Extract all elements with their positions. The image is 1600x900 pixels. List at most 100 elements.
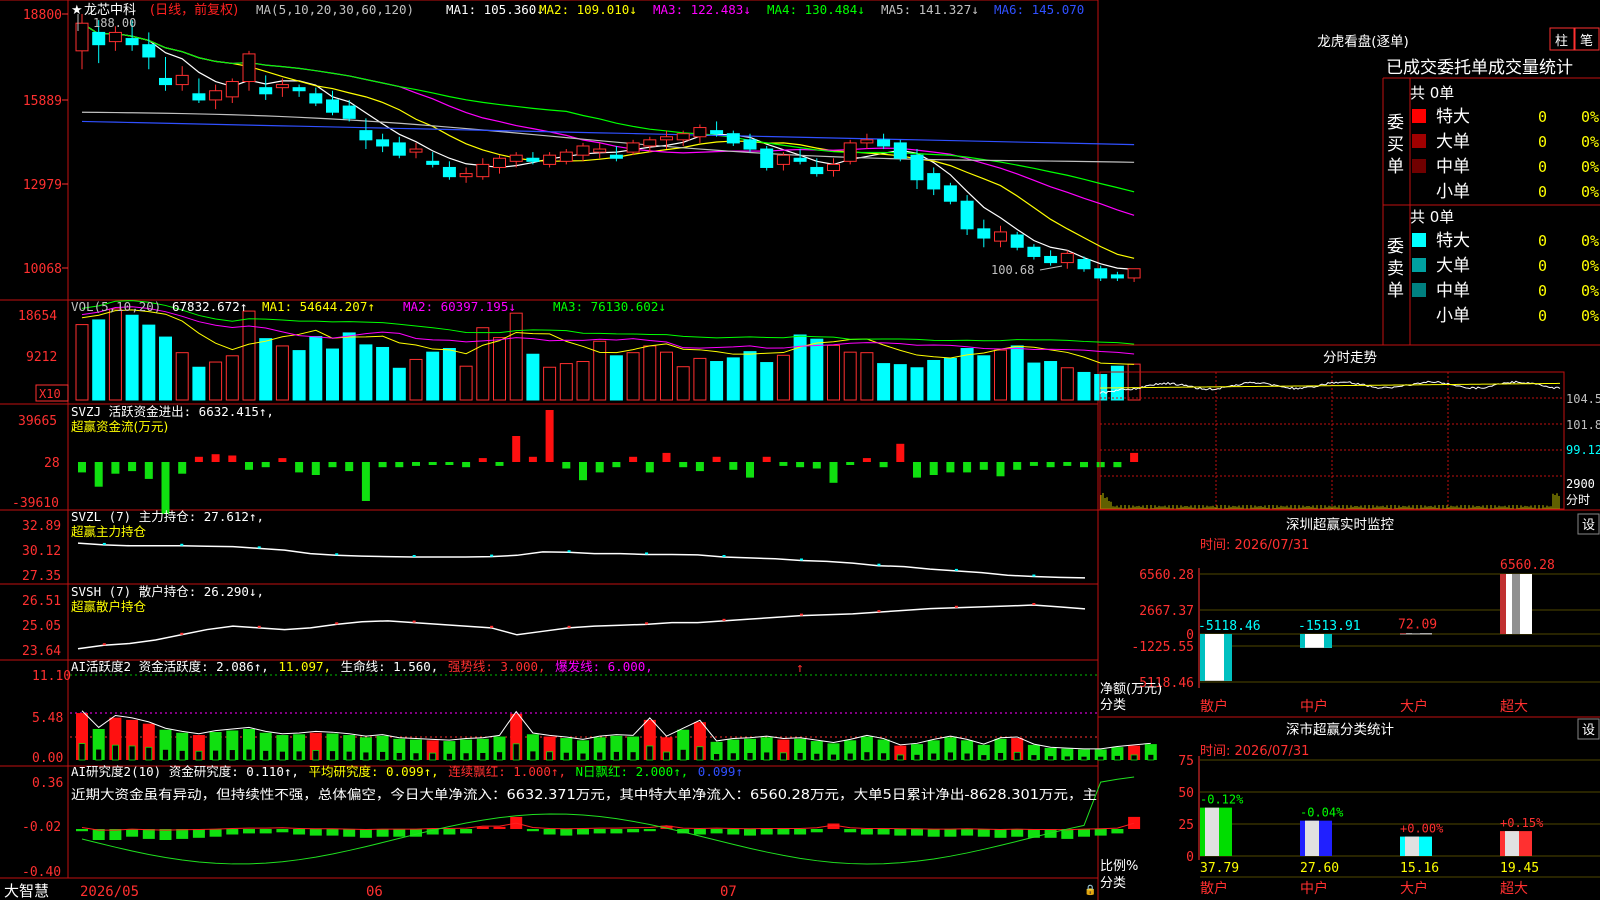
candle-body[interactable] (544, 155, 556, 164)
svzj-bar[interactable] (111, 462, 119, 474)
candle-body[interactable] (494, 158, 506, 167)
candle-body[interactable] (644, 140, 656, 146)
candle-body[interactable] (527, 158, 539, 161)
svzj-bar[interactable] (612, 462, 620, 467)
ai-research-panel[interactable]: AI研究度2(10) 资金研究度: 0.110↑, 平均研究度: 0.099↑,… (22, 764, 1140, 880)
candle-body[interactable] (560, 152, 572, 161)
svzj-bar[interactable] (379, 462, 387, 467)
ai-research-bar[interactable] (1078, 829, 1090, 837)
ai-research-bar[interactable] (777, 829, 789, 835)
candle-body[interactable] (944, 186, 956, 201)
tick-mode-label[interactable]: 笔 (1580, 33, 1593, 49)
ai-research-bar[interactable] (544, 829, 556, 835)
candle-body[interactable] (794, 158, 806, 161)
candle-body[interactable] (727, 134, 739, 143)
candle-body[interactable] (961, 201, 973, 229)
svzj-bar[interactable] (1030, 462, 1038, 466)
ai-research-bar[interactable] (276, 829, 288, 832)
svzj-bar[interactable] (663, 453, 671, 462)
volume-bar[interactable] (143, 325, 155, 400)
candlestick-series[interactable] (76, 14, 1140, 282)
candle-body[interactable] (460, 174, 472, 177)
svzj-bar[interactable] (162, 462, 170, 514)
ai-research-bar[interactable] (527, 829, 539, 831)
ai-research-bar[interactable] (243, 829, 255, 833)
volume-bar[interactable] (961, 349, 973, 400)
svzj-bar[interactable] (763, 457, 771, 462)
volume-bar[interactable] (360, 345, 372, 400)
svzj-bar[interactable] (412, 462, 420, 466)
candle-body[interactable] (861, 140, 873, 143)
svzj-bar[interactable] (713, 457, 721, 462)
svzj-bar[interactable] (178, 462, 186, 474)
svsh-panel[interactable]: SVSH (7) 散户持仓: 26.290↓, 超赢散户持仓 26.51 25.… (22, 584, 1085, 659)
svzj-bar[interactable] (930, 462, 938, 475)
volume-bar[interactable] (610, 356, 622, 400)
candle-body[interactable] (310, 94, 322, 103)
svzj-bar[interactable] (479, 458, 487, 462)
ai-research-bar[interactable] (460, 829, 472, 833)
svzj-bar[interactable] (278, 458, 286, 462)
volume-bar[interactable] (93, 320, 105, 400)
ai-research-bar[interactable] (1128, 817, 1140, 829)
svzl-panel[interactable]: SVZL (7) 主力持仓: 27.612↑, 超赢主力持仓 32.89 30.… (22, 509, 1085, 584)
candle-body[interactable] (777, 155, 789, 164)
volume-bar[interactable] (677, 367, 689, 400)
candle-body[interactable] (243, 54, 255, 82)
candle-body[interactable] (1028, 247, 1040, 256)
sz-monitor-panel[interactable]: 深圳超赢实时监控 设 时间: 2026/07/31 6560.282667.37… (1100, 514, 1600, 715)
ai-research-bar[interactable] (160, 829, 172, 840)
ai-research-bar[interactable] (310, 829, 322, 836)
volume-bar[interactable] (276, 346, 288, 400)
ai-research-bar[interactable] (878, 829, 890, 835)
ai-research-bar[interactable] (928, 829, 940, 837)
ai-research-bar[interactable] (961, 829, 973, 836)
volume-bar[interactable] (126, 315, 138, 400)
candle-body[interactable] (828, 164, 840, 170)
volume-bar[interactable] (777, 355, 789, 400)
volume-bar[interactable] (1078, 372, 1090, 400)
candle-body[interactable] (610, 155, 622, 158)
ai-research-bar[interactable] (193, 829, 205, 838)
ai-research-bar[interactable] (861, 829, 873, 835)
candle-body[interactable] (1095, 269, 1107, 278)
ai-research-bar[interactable] (1111, 829, 1123, 833)
candle-body[interactable] (844, 143, 856, 161)
svzj-bar[interactable] (329, 462, 337, 467)
volume-bar[interactable] (243, 311, 255, 400)
volume-bar[interactable] (1028, 363, 1040, 400)
candle-body[interactable] (894, 143, 906, 158)
ai-research-bar[interactable] (944, 829, 956, 837)
ai-research-bar[interactable] (393, 829, 405, 837)
price-chart-panel[interactable]: 18800158891297910068 (23, 8, 1140, 282)
svzj-bar[interactable] (980, 462, 988, 470)
svzj-bar[interactable] (1063, 462, 1071, 466)
volume-bar[interactable] (1045, 362, 1057, 400)
volume-bar[interactable] (310, 337, 322, 400)
ai-research-bar[interactable] (210, 829, 222, 837)
candle-body[interactable] (995, 232, 1007, 241)
volume-bar[interactable] (1111, 366, 1123, 400)
volume-bar[interactable] (210, 362, 222, 400)
ai-research-bar[interactable] (109, 829, 121, 840)
volume-bar[interactable] (577, 362, 589, 400)
svzj-bar[interactable] (746, 462, 754, 478)
svzj-bar[interactable] (1080, 462, 1088, 467)
vol-unit[interactable]: X10 (39, 387, 61, 401)
svzj-bar[interactable] (913, 462, 921, 478)
ai-research-bar[interactable] (76, 829, 88, 831)
candle-body[interactable] (1061, 253, 1073, 262)
volume-bar[interactable] (494, 338, 506, 400)
volume-bar[interactable] (995, 350, 1007, 400)
candle-body[interactable] (143, 45, 155, 57)
candle-body[interactable] (627, 143, 639, 152)
candle-body[interactable] (343, 106, 355, 118)
ai-research-bar[interactable] (143, 829, 155, 839)
candle-body[interactable] (260, 88, 272, 94)
volume-bar[interactable] (1095, 375, 1107, 400)
ai-research-bar[interactable] (494, 827, 506, 829)
svzj-bar[interactable] (846, 462, 854, 465)
svzj-bar[interactable] (546, 410, 554, 462)
svzj-bar[interactable] (195, 457, 203, 462)
ai-research-bar[interactable] (293, 829, 305, 835)
